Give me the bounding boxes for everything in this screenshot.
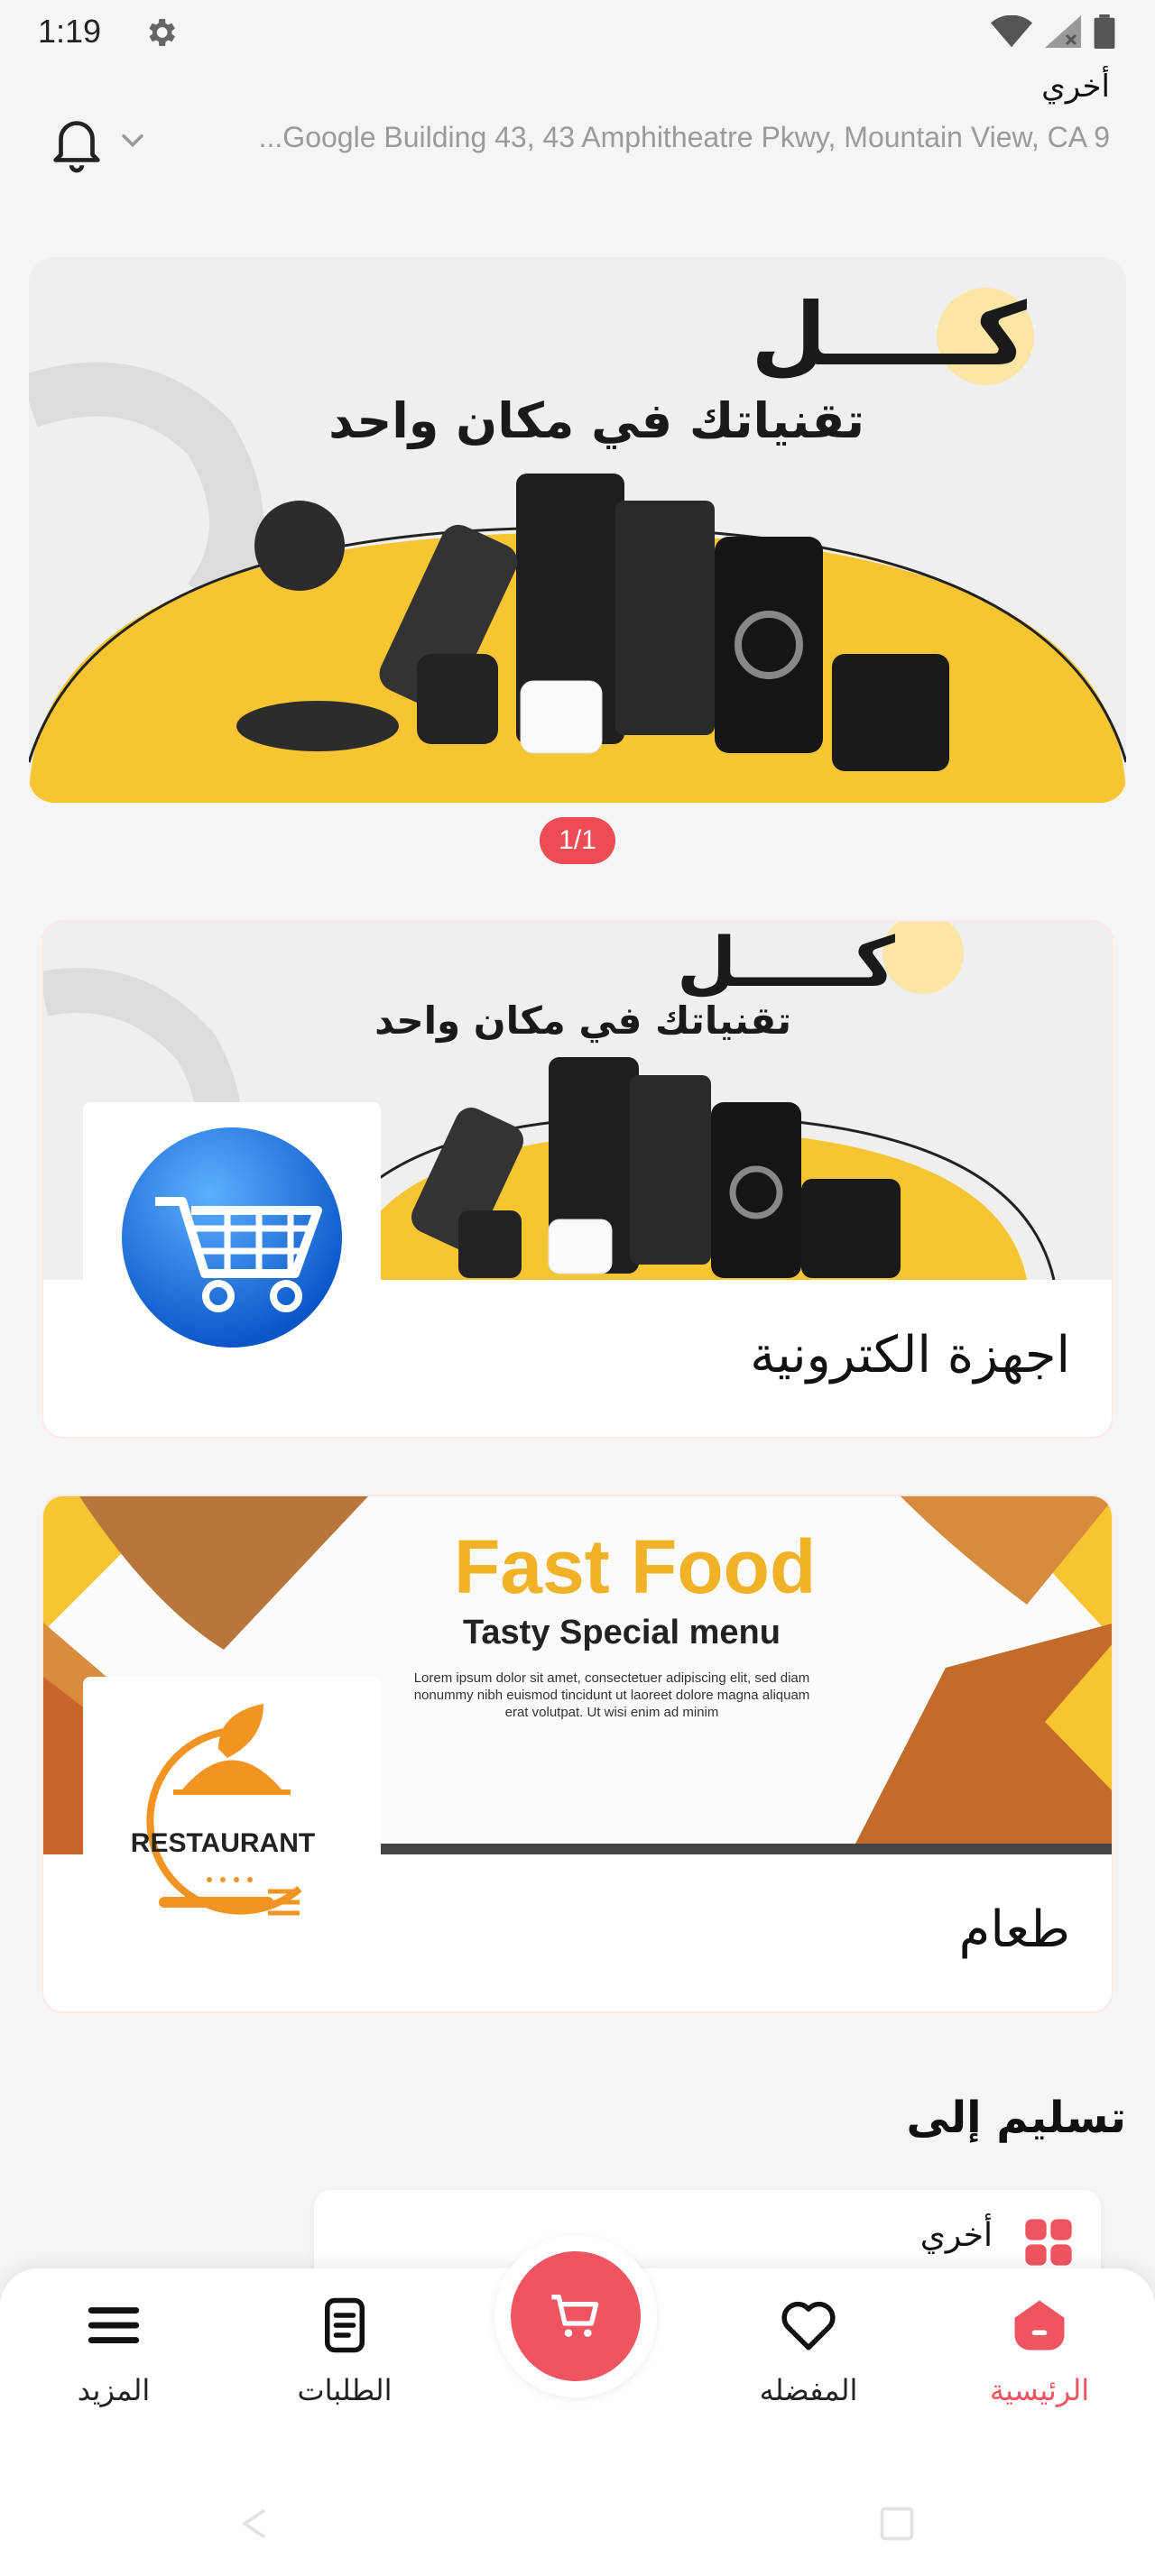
- header: أخري ...Google Building 43, 43 Amphithea…: [0, 65, 1155, 200]
- shopping-cart-icon: [122, 1127, 342, 1348]
- banner-headline: كـــــل: [751, 284, 1027, 385]
- chevron-down-icon[interactable]: [117, 124, 148, 155]
- deliver-to-title: تسليم إلى: [906, 2093, 1126, 2143]
- nav-more[interactable]: المزيد: [23, 2295, 204, 2440]
- cart-button-circle: [511, 2251, 641, 2381]
- category-title: طعام: [958, 1900, 1070, 1959]
- nav-orders-label: الطلبات: [297, 2373, 393, 2407]
- signal-icon: [1045, 15, 1081, 48]
- cart-button[interactable]: [494, 2235, 657, 2397]
- menu-icon: [88, 2307, 140, 2343]
- orders-document-icon: [325, 2297, 365, 2353]
- category-title: اجهزة الكترونية: [750, 1326, 1070, 1385]
- nav-favorites-label: المفضله: [759, 2373, 858, 2407]
- delivery-address-label: أخري: [919, 2217, 993, 2254]
- food-banner-text: Lorem ipsum dolor sit amet, consectetuer…: [413, 1670, 810, 1720]
- banner-subtitle: تقنياتك في مكان واحد: [328, 392, 864, 449]
- system-navigation-bar: [0, 2471, 1155, 2576]
- nav-more-label: المزيد: [77, 2373, 151, 2407]
- heart-icon: [781, 2301, 836, 2351]
- notification-bell-icon[interactable]: [45, 110, 108, 173]
- food-banner-headline: Fast Food: [454, 1524, 817, 1609]
- category-banner-subtitle: تقنياتك في مكان واحد: [374, 998, 791, 1043]
- status-bar: 1:19: [0, 0, 1155, 65]
- battery-icon: [1094, 14, 1115, 49]
- restaurant-logo-text: RESTAURANT: [130, 1828, 316, 1858]
- wifi-icon: [991, 15, 1032, 48]
- back-icon[interactable]: [235, 2504, 274, 2544]
- home-square-icon[interactable]: [877, 2504, 917, 2544]
- settings-icon: [149, 19, 175, 46]
- nav-home[interactable]: الرئيسية: [949, 2295, 1130, 2440]
- category-banner-headline: كـــــل: [677, 922, 895, 1002]
- address-text[interactable]: ...Google Building 43, 43 Amphitheatre P…: [144, 121, 1110, 154]
- banner-counter: 1/1: [540, 817, 615, 864]
- nav-home-label: الرئيسية: [989, 2373, 1090, 2407]
- address-label[interactable]: أخري: [1041, 69, 1110, 105]
- status-time: 1:19: [38, 13, 102, 50]
- cart-icon: [551, 2295, 599, 2337]
- nav-favorites[interactable]: المفضله: [718, 2295, 899, 2440]
- nav-orders[interactable]: الطلبات: [254, 2295, 435, 2440]
- category-logo: [83, 1102, 381, 1364]
- category-card-electronics[interactable]: كـــــل تقنياتك في مكان واحد اجهزة الكتر…: [42, 920, 1113, 1439]
- home-icon: [1014, 2300, 1065, 2351]
- category-card-food[interactable]: Fast Food Tasty Special menu Lorem ipsum…: [42, 1495, 1113, 2013]
- restaurant-cloche-icon: [146, 1704, 302, 1916]
- grid-icon: [1025, 2219, 1072, 2266]
- promo-banner[interactable]: كـــــل تقنياتك في مكان واحد: [29, 257, 1126, 803]
- food-banner-subtitle: Tasty Special menu: [463, 1614, 781, 1651]
- category-logo: RESTAURANT: [83, 1677, 381, 1938]
